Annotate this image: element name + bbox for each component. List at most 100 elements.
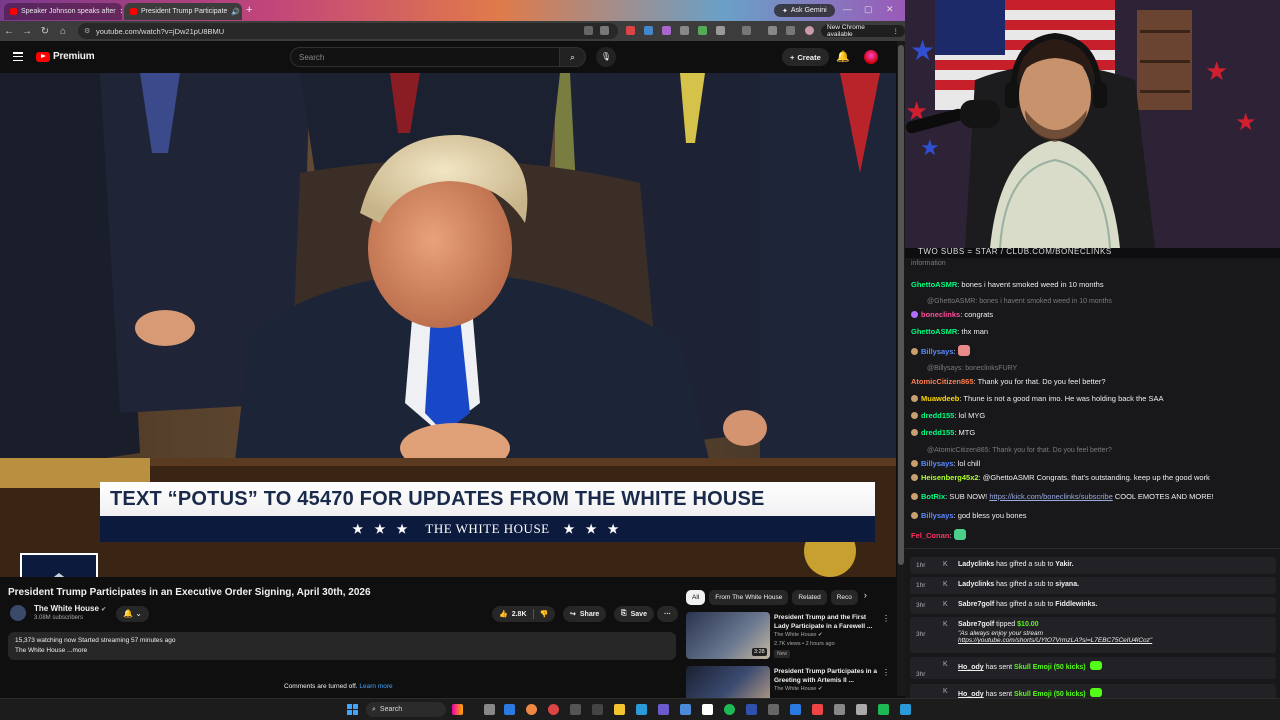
extension-icon[interactable] <box>644 26 653 35</box>
chat-username[interactable]: AtomicCitizen865 <box>911 377 974 386</box>
chat-username[interactable]: dredd155 <box>921 428 954 437</box>
file-explorer-icon[interactable] <box>614 704 625 715</box>
sidepanel-icon[interactable] <box>742 26 751 35</box>
url-input[interactable]: ⚙ youtube.com/watch?v=jDw21pU8BMU <box>78 23 618 39</box>
bookmark-star-icon[interactable] <box>600 26 609 35</box>
maximize-button[interactable]: ▢ <box>864 4 873 15</box>
site-info-icon[interactable]: ⚙ <box>84 27 90 35</box>
chip-all[interactable]: All <box>686 590 706 605</box>
windows-start-icon[interactable] <box>347 704 358 715</box>
tab-president-trump[interactable]: President Trump Participate 🔊 ✕ <box>124 3 242 20</box>
chat-username[interactable]: dredd155 <box>921 411 954 420</box>
chat-message[interactable]: Muawdeeb: Thune is not a good man imo. H… <box>911 394 1279 403</box>
minimize-button[interactable]: — <box>843 4 852 14</box>
edge-icon[interactable] <box>504 704 515 715</box>
chat-message[interactable]: information <box>911 258 1279 267</box>
tip-link[interactable]: https://youtube.com/shorts/UYtO7VrmzLA?s… <box>958 637 1152 644</box>
download-icon[interactable] <box>768 26 777 35</box>
event-row[interactable]: 1hr K Ladyclinks has gifted a sub to Yakir… <box>910 557 1276 574</box>
event-user[interactable]: Ladyclinks <box>958 561 994 568</box>
chat-link[interactable]: https://kick.com/boneclinks/subscribe <box>989 492 1112 501</box>
like-button[interactable]: 👍 2.8K 👎 <box>492 606 556 622</box>
recommended-title[interactable]: President Trump Participates in a Greeti… <box>774 667 882 685</box>
ask-gemini-button[interactable]: ✦ Ask Gemini <box>774 4 835 17</box>
page-scrollbar[interactable] <box>897 41 905 696</box>
app-icon[interactable] <box>702 704 713 715</box>
chat-username[interactable]: boneclinks <box>921 310 960 319</box>
youtube-logo[interactable]: Premium <box>36 51 95 62</box>
reload-icon[interactable]: ↻ <box>36 26 54 37</box>
chat-reply-context[interactable]: @AtomicCitizen865: Thank you for that. D… <box>927 445 1280 454</box>
event-row[interactable]: 3hrKHo_ody has sent Skull Emoji (50 kick… <box>910 657 1276 679</box>
description-box[interactable]: 15,373 watching now Started streaming 57… <box>8 632 676 660</box>
search-input[interactable]: Search <box>290 47 560 67</box>
chrome-icon[interactable] <box>526 704 537 715</box>
tab-speaker-johnson[interactable]: Speaker Johnson speaks after ✕ <box>4 3 122 20</box>
chat-message[interactable]: Fel_Conan: <box>911 529 1279 540</box>
extension-icon[interactable] <box>662 26 671 35</box>
chat-username[interactable]: Billysays <box>921 347 954 356</box>
taskbar-search-input[interactable]: ⌕ Search <box>366 702 446 717</box>
kebab-menu-icon[interactable]: ⋮ <box>893 27 900 35</box>
chip-recommended[interactable]: Reco <box>830 590 858 605</box>
chat-username[interactable]: Muawdeeb <box>921 394 959 403</box>
chip-related[interactable]: Related <box>792 590 827 605</box>
spotify-icon[interactable] <box>724 704 735 715</box>
video-thumbnail[interactable] <box>686 666 770 698</box>
menu-icon[interactable] <box>13 52 23 62</box>
kebab-menu-icon[interactable]: ⋮ <box>882 614 890 623</box>
chat-message[interactable]: boneclinks: congrats <box>911 310 1279 319</box>
extension-icon[interactable] <box>698 26 707 35</box>
app-icon[interactable] <box>768 704 779 715</box>
app-icon[interactable] <box>900 704 911 715</box>
channel-name[interactable]: The White House ✔ <box>34 604 106 613</box>
back-icon[interactable]: ← <box>0 26 18 37</box>
save-button[interactable]: ⎘ Save <box>614 606 654 622</box>
search-button[interactable]: ⌕ <box>560 47 586 67</box>
app-icon[interactable] <box>878 704 889 715</box>
chevron-right-icon[interactable]: › <box>864 590 867 606</box>
home-icon[interactable]: ⌂ <box>54 26 72 37</box>
chat-username[interactable]: GhettoASMR <box>911 327 957 336</box>
event-user[interactable]: Sabre7golf <box>958 621 994 628</box>
extension-icon[interactable] <box>680 26 689 35</box>
tab-search-icon[interactable] <box>786 26 795 35</box>
chat-message[interactable]: BotRix: SUB NOW! https://kick.com/bonecl… <box>911 492 1279 501</box>
recommended-video[interactable]: 3:28 President Trump and the First Lady … <box>686 612 891 662</box>
extensions-puzzle-icon[interactable] <box>716 26 725 35</box>
event-user[interactable]: Ladyclinks <box>958 581 994 588</box>
event-row[interactable]: 3hr K Sabre7golf has gifted a sub to Fiddl… <box>910 597 1276 614</box>
chat-username[interactable]: BotRix <box>921 492 945 501</box>
account-avatar[interactable] <box>864 50 878 64</box>
chat-username[interactable]: GhettoASMR <box>911 280 957 289</box>
task-view-icon[interactable] <box>484 704 495 715</box>
event-row[interactable]: 3hr K Sabre7golf tipped $10.00 "As always e… <box>910 617 1276 653</box>
chat-message[interactable]: Heisenberg45x2: @GhettoASMR Congrats. th… <box>911 473 1279 482</box>
recommended-title[interactable]: President Trump and the First Lady Parti… <box>774 613 882 631</box>
notifications-bell-icon[interactable]: 🔔 <box>836 50 850 63</box>
app-icon[interactable] <box>746 704 757 715</box>
event-row[interactable]: 3hrKHo_ody has sent Skull Emoji (50 kick… <box>910 684 1276 698</box>
event-row[interactable]: 1hr K Ladyclinks has gifted a sub to siyan… <box>910 577 1276 594</box>
video-player[interactable]: TEXT “POTUS” TO 45470 FOR UPDATES FROM T… <box>0 73 896 577</box>
close-tab-icon[interactable]: ✕ <box>120 7 122 16</box>
scrollbar-thumb[interactable] <box>898 45 904 565</box>
chat-message[interactable]: GhettoASMR: bones i havent smoked weed i… <box>911 280 1279 289</box>
more-actions-button[interactable]: ··· <box>657 606 678 622</box>
subscribed-bell-button[interactable]: 🔔 ⌄ <box>116 606 149 622</box>
event-user[interactable]: Sabre7golf <box>958 601 994 608</box>
close-window-button[interactable]: ✕ <box>886 4 894 15</box>
event-user[interactable]: Ho_ody <box>958 691 984 698</box>
recommended-video[interactable]: President Trump Participates in a Greeti… <box>686 666 891 698</box>
chip-from-white-house[interactable]: From The White House <box>709 590 789 605</box>
voice-search-button[interactable]: 🎙 <box>596 47 616 67</box>
chat-username[interactable]: Billysays <box>921 459 954 468</box>
new-chrome-available-button[interactable]: New Chrome available ⋮ <box>821 24 905 38</box>
app-icon[interactable] <box>680 704 691 715</box>
chat-message[interactable]: dredd155: lol MYG <box>911 411 1279 420</box>
thumbs-down-icon[interactable]: 👎 <box>540 610 549 618</box>
chat-username[interactable]: Billysays <box>921 511 954 520</box>
chrome-profile-icon[interactable] <box>548 704 559 715</box>
channel-avatar[interactable] <box>10 605 26 621</box>
chat-reply-context[interactable]: @Billysays: boneclinksFURY <box>927 363 1280 372</box>
